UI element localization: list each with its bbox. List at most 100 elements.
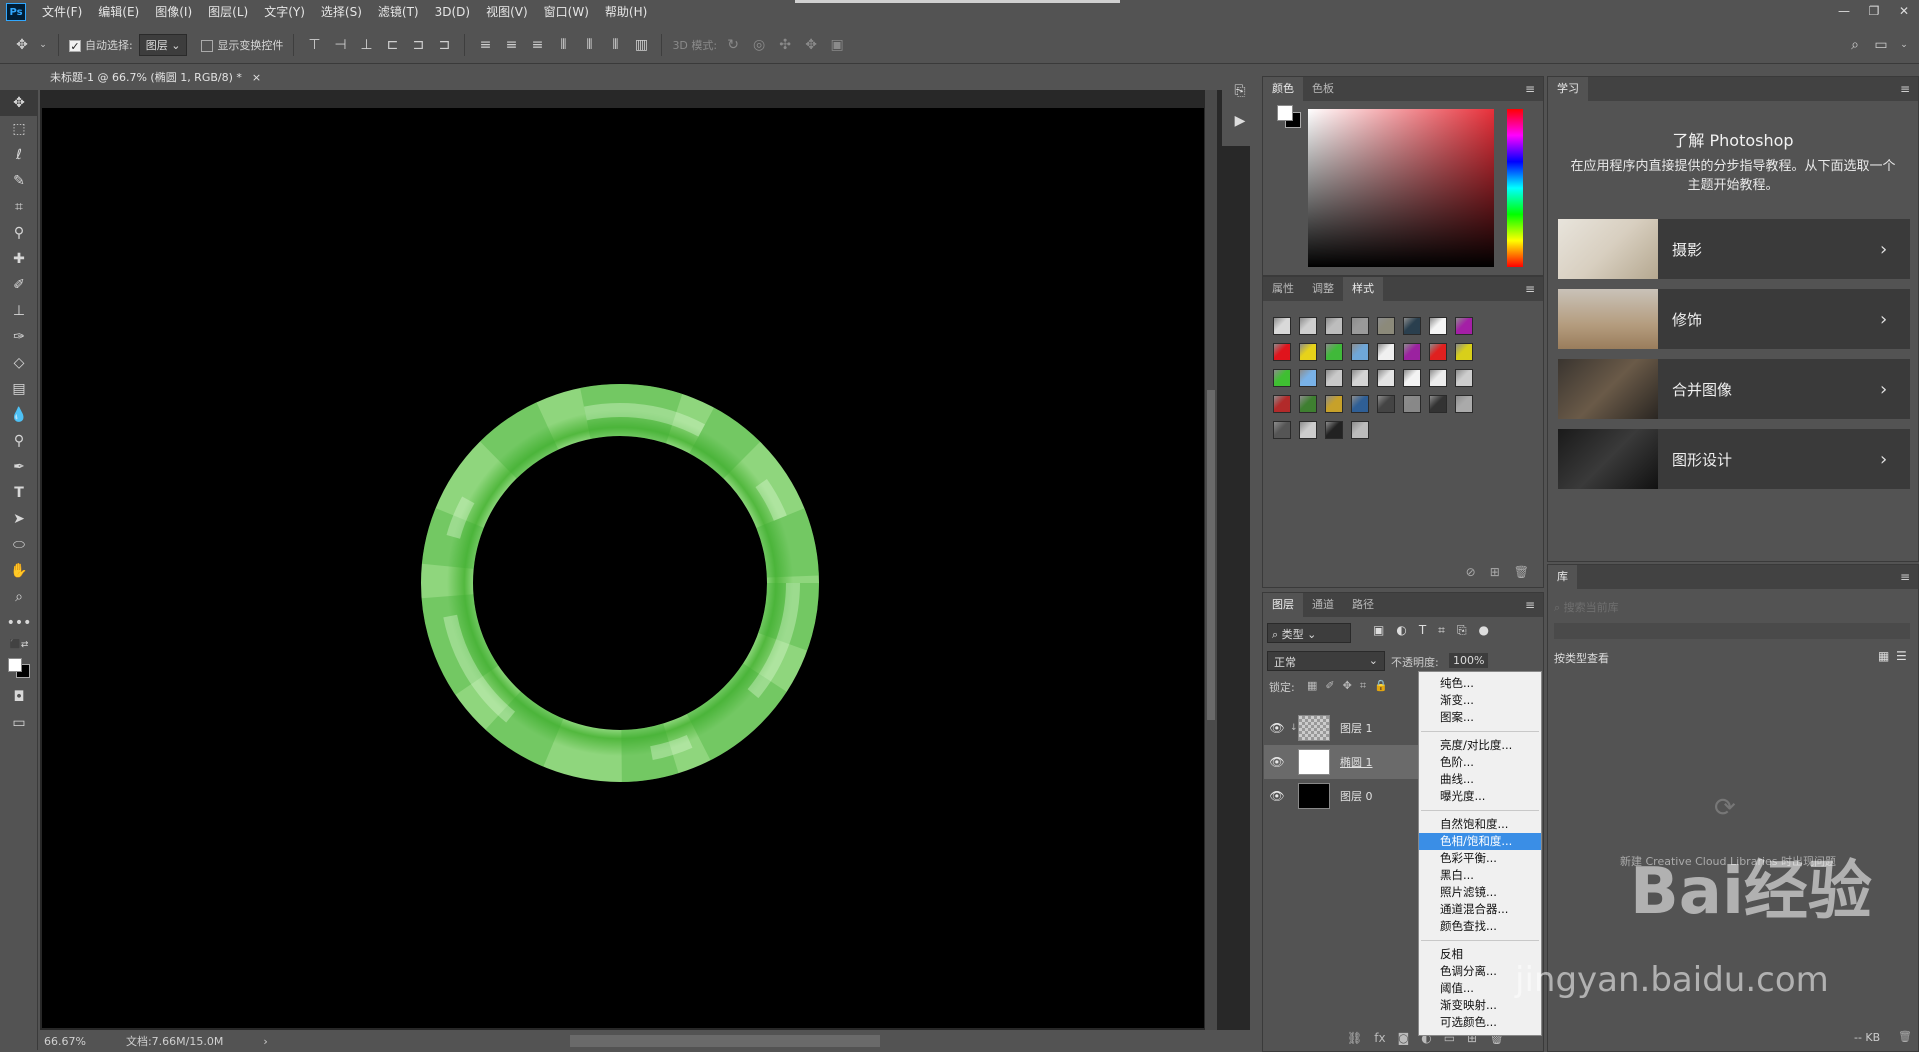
style-swatch[interactable] [1403, 369, 1421, 387]
learn-topic-combine[interactable]: 合并图像 › [1558, 359, 1910, 419]
color-field[interactable] [1308, 109, 1494, 267]
distribute-right-icon[interactable]: ⫴ [605, 37, 625, 53]
add-mask-icon[interactable]: ◙ [1398, 1031, 1410, 1051]
style-swatch[interactable] [1429, 343, 1447, 361]
menu-edit[interactable]: 编辑(E) [90, 0, 147, 24]
layer-row-selected[interactable]: 👁 椭圆 1 [1264, 745, 1424, 779]
menu-window[interactable]: 窗口(W) [536, 0, 597, 24]
menu-item-hue-saturation[interactable]: 色相/饱和度... [1419, 833, 1541, 850]
tab-channels[interactable]: 通道 [1303, 593, 1343, 617]
filter-kind-dropdown[interactable]: ⌕ 类型 ⌄ [1267, 623, 1351, 643]
lock-pixels-icon[interactable]: ✐ [1325, 679, 1334, 693]
blur-tool-icon[interactable]: 💧 [0, 402, 38, 428]
dodge-tool-icon[interactable]: ⚲ [0, 428, 38, 454]
more-tools-icon[interactable]: ••• [0, 610, 38, 636]
panel-menu-icon[interactable]: ≡ [1900, 570, 1910, 584]
style-swatch[interactable] [1351, 395, 1369, 413]
filter-toggle-icon[interactable]: ● [1479, 623, 1489, 638]
panel-menu-icon[interactable]: ≡ [1525, 282, 1535, 296]
menu-item-vibrance[interactable]: 自然饱和度... [1419, 816, 1541, 833]
style-swatch[interactable] [1299, 317, 1317, 335]
style-swatch[interactable] [1325, 395, 1343, 413]
panel-menu-icon[interactable]: ≡ [1525, 82, 1535, 96]
eyedropper-tool-icon[interactable]: ⚲ [0, 220, 38, 246]
layer-row[interactable]: 👁 ↓ 图层 1 [1264, 711, 1424, 745]
style-swatch[interactable] [1351, 343, 1369, 361]
search-icon[interactable]: ⌕ [1845, 37, 1865, 53]
style-swatch[interactable] [1403, 343, 1421, 361]
align-left-icon[interactable]: ⊏ [382, 37, 402, 53]
link-layers-icon[interactable]: ⛓ [1347, 1031, 1362, 1051]
style-swatch[interactable] [1273, 421, 1291, 439]
style-swatch[interactable] [1455, 317, 1473, 335]
slide-3d-icon[interactable]: ✥ [801, 37, 821, 53]
style-swatch[interactable] [1299, 343, 1317, 361]
status-chevron-icon[interactable]: › [263, 1035, 267, 1048]
tab-paths[interactable]: 路径 [1343, 593, 1383, 617]
tab-learn[interactable]: 学习 [1548, 77, 1588, 101]
scale-3d-icon[interactable]: ▣ [827, 37, 847, 53]
history-brush-tool-icon[interactable]: ✑ [0, 324, 38, 350]
menu-view[interactable]: 视图(V) [478, 0, 536, 24]
menu-layer[interactable]: 图层(L) [200, 0, 256, 24]
eye-icon[interactable]: 👁 [1264, 789, 1290, 803]
style-swatch[interactable] [1299, 395, 1317, 413]
hue-slider[interactable] [1507, 109, 1523, 267]
tab-library[interactable]: 库 [1548, 565, 1577, 589]
blend-mode-dropdown[interactable]: 正常 ⌄ [1267, 651, 1385, 671]
menu-select[interactable]: 选择(S) [313, 0, 370, 24]
move-tool-icon[interactable]: ✥ [0, 90, 38, 116]
zoom-tool-icon[interactable]: ⌕ [0, 584, 38, 610]
menu-item-photo-filter[interactable]: 照片滤镜... [1419, 884, 1541, 901]
filter-shape-icon[interactable]: ⌗ [1438, 623, 1445, 638]
align-top-icon[interactable]: ⊤ [304, 37, 324, 53]
distribute-top-icon[interactable]: ≡ [475, 37, 495, 53]
style-swatch[interactable] [1403, 395, 1421, 413]
style-swatch[interactable] [1377, 343, 1395, 361]
menu-item-gradient[interactable]: 渐变... [1419, 692, 1541, 709]
close-button[interactable]: ✕ [1889, 0, 1919, 22]
filter-type-icon[interactable]: T [1419, 623, 1426, 638]
style-swatch[interactable] [1351, 421, 1369, 439]
library-dropdown[interactable] [1554, 623, 1910, 639]
marquee-tool-icon[interactable]: ⬚ [0, 116, 38, 142]
learn-topic-photography[interactable]: 摄影 › [1558, 219, 1910, 279]
grid-view-icon[interactable]: ▦ [1878, 649, 1889, 663]
zoom-level[interactable]: 66.67% [44, 1035, 86, 1048]
menu-item-black-white[interactable]: 黑白... [1419, 867, 1541, 884]
filter-adjust-icon[interactable]: ◐ [1396, 623, 1406, 638]
menu-item-color-lookup[interactable]: 颜色查找... [1419, 918, 1541, 935]
panel-menu-icon[interactable]: ≡ [1525, 598, 1535, 612]
healing-tool-icon[interactable]: ✚ [0, 246, 38, 272]
distribute-left-icon[interactable]: ⫴ [553, 37, 573, 53]
show-transform-checkbox[interactable]: 显示变换控件 [201, 37, 283, 53]
menu-help[interactable]: 帮助(H) [597, 0, 655, 24]
style-swatch[interactable] [1377, 317, 1395, 335]
crop-tool-icon[interactable]: ⌗ [0, 194, 38, 220]
chevron-down-icon[interactable]: ⌄ [38, 40, 48, 50]
horizontal-scroll-thumb[interactable] [570, 1035, 880, 1047]
filter-smart-icon[interactable]: ⎘ [1457, 623, 1467, 638]
style-swatch[interactable] [1351, 317, 1369, 335]
menu-file[interactable]: 文件(F) [34, 0, 90, 24]
distribute-bottom-icon[interactable]: ≡ [527, 37, 547, 53]
screen-mode-icon[interactable]: ▭ [0, 710, 38, 736]
canvas[interactable] [42, 108, 1204, 1028]
gradient-tool-icon[interactable]: ▤ [0, 376, 38, 402]
quick-select-tool-icon[interactable]: ✎ [0, 168, 38, 194]
distribute-hcenter-icon[interactable]: ⫴ [579, 37, 599, 53]
align-bottom-icon[interactable]: ⊥ [356, 37, 376, 53]
pen-tool-icon[interactable]: ✒ [0, 454, 38, 480]
style-swatch[interactable] [1455, 343, 1473, 361]
tab-styles[interactable]: 样式 [1343, 277, 1383, 301]
align-hcenter-icon[interactable]: ⊐ [408, 37, 428, 53]
menu-item-channel-mixer[interactable]: 通道混合器... [1419, 901, 1541, 918]
style-swatch[interactable] [1273, 317, 1291, 335]
menu-item-exposure[interactable]: 曝光度... [1419, 788, 1541, 805]
hand-tool-icon[interactable]: ✋ [0, 558, 38, 584]
stamp-tool-icon[interactable]: ⊥ [0, 298, 38, 324]
tab-adjustments[interactable]: 调整 [1303, 277, 1343, 301]
panel-menu-icon[interactable]: ≡ [1900, 82, 1910, 96]
close-tab-icon[interactable]: × [252, 71, 261, 84]
workspace-chevron-icon[interactable]: ⌄ [1897, 40, 1911, 50]
